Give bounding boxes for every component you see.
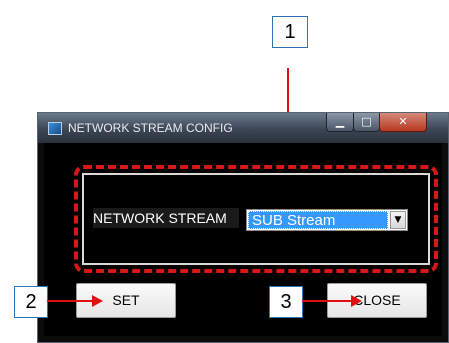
dropdown-arrow-icon[interactable]: ▼	[390, 211, 406, 229]
selected-stream-value[interactable]: SUB Stream	[248, 211, 388, 229]
maximize-button[interactable]: □	[353, 113, 380, 132]
callout-3-arrow	[302, 300, 352, 302]
callout-3: 3	[269, 286, 303, 318]
app-icon	[48, 122, 62, 135]
network-stream-label: NETWORK STREAM	[93, 208, 239, 228]
minimize-button[interactable]: ▁	[326, 113, 354, 132]
stream-group-frame: NETWORK STREAM SUB Stream ▼	[82, 173, 430, 265]
title-bar[interactable]: NETWORK STREAM CONFIG ▁ □ ✕	[38, 113, 448, 143]
callout-1: 1	[272, 16, 308, 48]
network-stream-select[interactable]: SUB Stream ▼	[246, 209, 408, 231]
client-area: NETWORK STREAM SUB Stream ▼ SET CLOSE	[44, 143, 442, 336]
window-title: NETWORK STREAM CONFIG	[68, 121, 233, 135]
callout-3-arrowhead	[351, 295, 362, 307]
network-stream-config-window: NETWORK STREAM CONFIG ▁ □ ✕ NETWORK STRE…	[37, 112, 449, 343]
callout-2: 2	[14, 286, 48, 318]
callout-2-arrowhead	[92, 295, 103, 307]
callout-2-arrow	[47, 300, 93, 302]
caption-buttons: ▁ □ ✕	[326, 113, 438, 133]
window-close-button[interactable]: ✕	[379, 113, 427, 132]
